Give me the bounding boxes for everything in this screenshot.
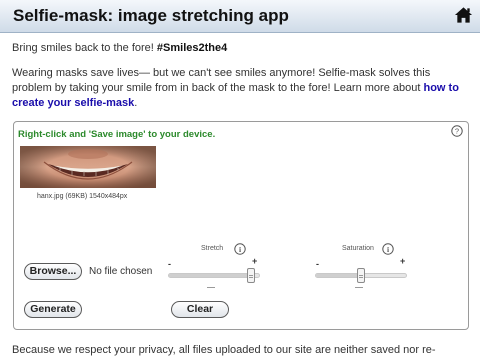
generate-button[interactable]: Generate [24,301,82,318]
app-title: Selfie-mask: image stretching app [13,6,289,25]
question-circle-icon[interactable]: ? [451,125,463,137]
home-icon[interactable] [454,6,473,24]
stretch-minus: - [168,259,171,269]
saturation-center-tick [355,287,363,288]
saturation-slider-fill [316,274,361,277]
stretch-slider-fill [169,274,254,277]
stretch-label: Stretch [201,245,224,252]
saturation-slider-thumb[interactable] [357,268,365,283]
hashtag: #Smiles2the4 [156,42,228,54]
image-caption: hanx.jpg (69KB) 1540x484px [37,193,128,200]
saturation-plus: + [400,256,406,266]
privacy-notice: Because we respect your privacy, all fil… [12,344,436,356]
app-header: Selfie-mask: image stretching app [0,0,480,33]
svg-text:i: i [387,245,389,254]
intro-paragraph-text: Wearing masks save lives— but we can't s… [12,67,431,94]
stretch-plus: + [252,256,258,266]
svg-text:?: ? [455,127,459,136]
intro-tagline-text: Bring smiles back to the fore! [12,42,157,54]
info-icon[interactable]: i [234,243,246,255]
intro-tagline: Bring smiles back to the fore! #Smiles2t… [12,42,227,54]
stretched-preview-image[interactable] [20,146,156,188]
intro-paragraph-end: . [134,97,138,109]
stretch-slider-thumb[interactable] [246,268,255,283]
svg-text:i: i [239,245,241,254]
stretch-center-tick [207,287,215,288]
browse-button[interactable]: Browse... [24,263,82,280]
save-hint: Right-click and 'Save image' to your dev… [18,129,216,140]
clear-button[interactable]: Clear [171,301,229,318]
info-icon[interactable]: i [382,243,394,255]
saturation-label: Saturation [342,245,374,252]
saturation-minus: - [316,259,319,269]
file-status: No file chosen [89,266,153,277]
intro-paragraph: Wearing masks save lives— but we can't s… [12,66,472,111]
